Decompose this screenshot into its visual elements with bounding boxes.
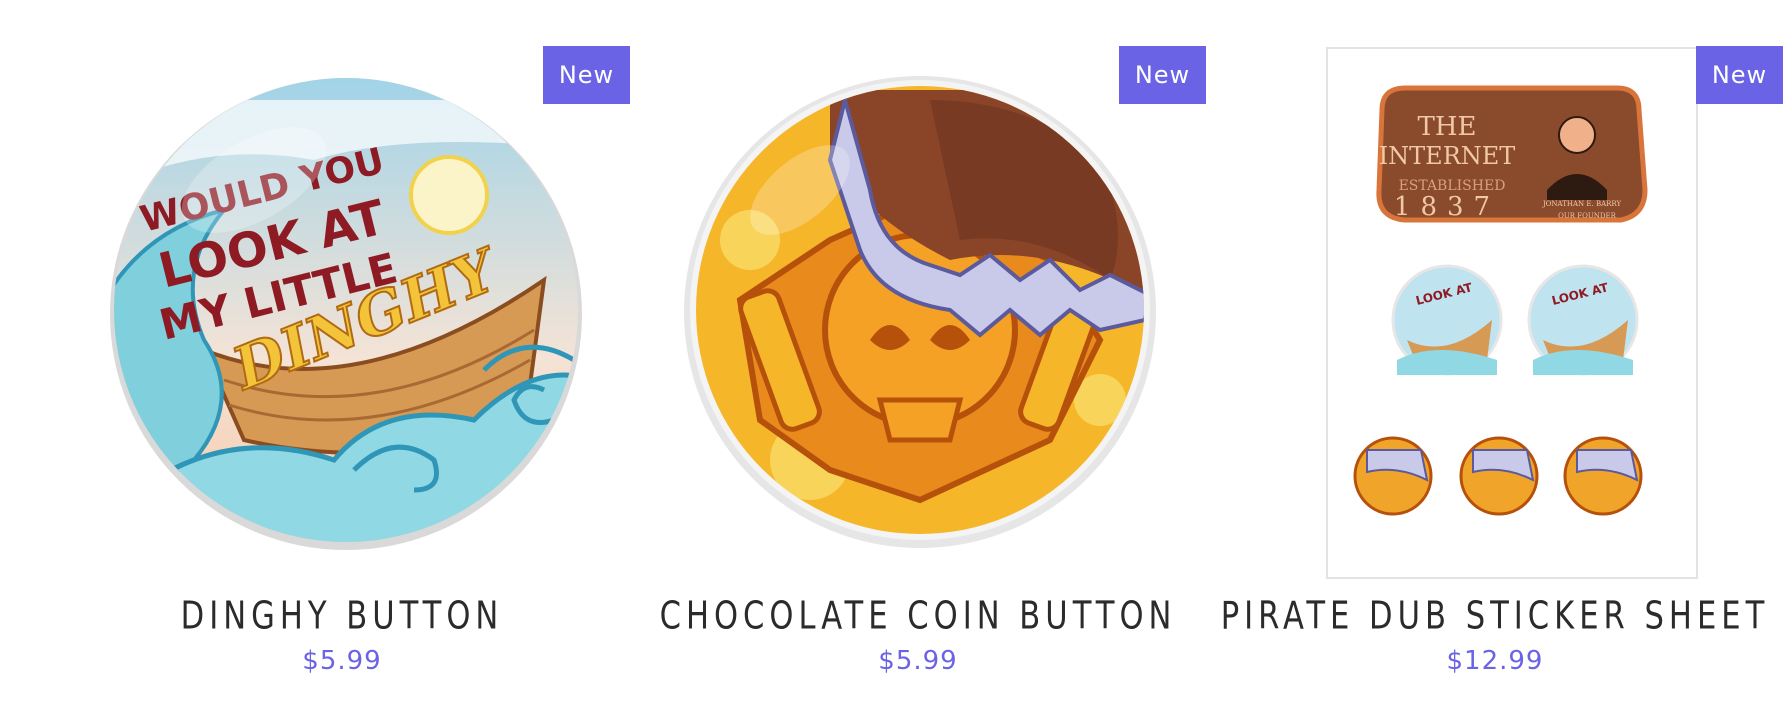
new-badge: New <box>1119 46 1206 104</box>
product-card-chocolate-coin-button[interactable]: New CHOCOLATE COIN BUTTON $5.99 <box>630 40 1206 700</box>
new-badge: New <box>1696 46 1783 104</box>
chocolate-coin-button-image <box>684 76 1156 548</box>
new-badge: New <box>543 46 630 104</box>
product-title[interactable]: CHOCOLATE COIN BUTTON <box>630 594 1206 639</box>
product-card-pirate-dub-sticker-sheet[interactable]: THE INTERNET ESTABLISHED 1837 JONATHAN E… <box>1207 40 1783 700</box>
product-title[interactable]: DINGHY BUTTON <box>54 594 630 639</box>
dinghy-sticker-small: LOOK AT <box>1527 264 1639 376</box>
sign-text-line1: THE <box>1418 112 1477 142</box>
sign-text-founder: JONATHAN E. BARRY <box>1542 200 1622 208</box>
product-image-link[interactable]: WOULD YOU LOOK AT MY LITTLE DINGHY New <box>54 40 630 580</box>
sign-text-year: 1837 <box>1394 192 1500 222</box>
dinghy-sticker-small: LOOK AT <box>1391 264 1503 376</box>
product-price: $5.99 <box>302 646 382 676</box>
chocolate-coin-sticker-small <box>1563 436 1643 516</box>
chocolate-coin-sticker-small <box>1459 436 1539 516</box>
sign-text-founder-title: OUR FOUNDER <box>1558 212 1616 220</box>
product-image-link[interactable]: THE INTERNET ESTABLISHED 1837 JONATHAN E… <box>1207 40 1783 580</box>
chocolate-coin-sticker-small <box>1353 436 1433 516</box>
product-title[interactable]: PIRATE DUB STICKER SHEET <box>1207 594 1783 639</box>
product-card-dinghy-button[interactable]: WOULD YOU LOOK AT MY LITTLE DINGHY New D… <box>54 40 630 700</box>
product-price: $5.99 <box>878 646 958 676</box>
product-image-link[interactable]: New <box>630 40 1206 580</box>
dinghy-button-image: WOULD YOU LOOK AT MY LITTLE DINGHY <box>110 78 582 550</box>
sign-text-line2: INTERNET <box>1379 142 1516 170</box>
sticker-sheet-image: THE INTERNET ESTABLISHED 1837 JONATHAN E… <box>1326 47 1698 579</box>
product-price: $12.99 <box>1446 646 1544 676</box>
product-grid: WOULD YOU LOOK AT MY LITTLE DINGHY New D… <box>0 0 1783 708</box>
